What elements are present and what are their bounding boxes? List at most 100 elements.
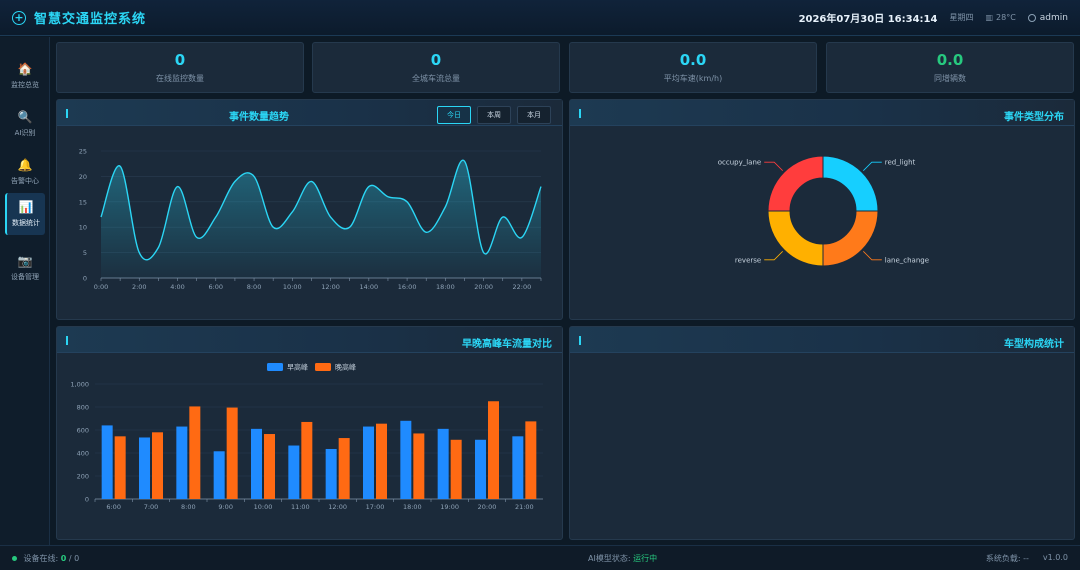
status-bar: 设备在线: 0 / 0 AI模型状态: 运行中 系统负载: -- v1.0.0: [0, 545, 1080, 570]
panel-header: 早晚高峰车流量对比: [57, 327, 562, 353]
home-icon: 🏠: [17, 61, 33, 76]
stat-label: 在线监控数量: [156, 74, 204, 83]
x-tick-label: 18:00: [403, 503, 422, 511]
panel-vehicle-types: 车型构成统计: [569, 326, 1075, 540]
x-tick-label: 8:00: [181, 503, 196, 511]
bar: [488, 401, 499, 499]
period-tabs: 今日 本周 本月: [437, 106, 551, 124]
weekday: 星期四: [949, 13, 974, 22]
slice-leader-line: [863, 161, 882, 171]
bar: [525, 421, 537, 499]
stat-card-traffic: 0 全城车流总量: [312, 42, 560, 93]
panel-title: 事件类型分布: [1004, 112, 1064, 123]
x-tick-label: 7:00: [144, 503, 159, 511]
y-tick-label: 0: [83, 275, 87, 283]
online-total: / 0: [68, 553, 80, 563]
bar: [512, 436, 524, 499]
tab-today[interactable]: 今日: [437, 106, 471, 124]
legend-swatch: [267, 363, 283, 371]
bar: [152, 432, 163, 499]
user-menu[interactable]: admin: [1027, 12, 1068, 23]
bar: [139, 437, 150, 499]
stat-value: 0.0: [936, 51, 964, 69]
vehicle-types-chart-area: [570, 354, 1074, 539]
panel-header: 事件数量趋势 今日 本周 本月: [57, 100, 562, 126]
panel-event-trend: 事件数量趋势 今日 本周 本月 0 5 10 15 20 25 0:00 2:00 4:00 6:…: [56, 99, 563, 320]
x-tick-label: 6:00: [208, 283, 223, 291]
slice-leader-line: [764, 251, 783, 261]
sidebar-item-label: AI识别: [14, 128, 36, 137]
ai-status-value: 运行中: [633, 553, 658, 563]
stat-card-speed: 0.0 平均车速(km/h): [569, 42, 817, 93]
chart-icon: 📊: [18, 199, 34, 214]
y-tick-label: 1,000: [70, 381, 89, 389]
y-tick-label: 200: [77, 473, 89, 481]
stat-label: 同增辆数: [934, 74, 966, 83]
bar: [288, 445, 300, 499]
sidebar-item-alerts[interactable]: 🔔 告警中心: [5, 151, 45, 193]
sidebar-item-label: 告警中心: [11, 176, 39, 185]
x-tick-label: 12:00: [321, 283, 340, 291]
stat-value: 0: [430, 51, 442, 69]
panel-event-types: 事件类型分布 red_light lane_change reverse occupy…: [569, 99, 1075, 320]
bar: [400, 420, 412, 499]
y-tick-label: 20: [79, 173, 87, 181]
online-label: 设备在线:: [23, 553, 59, 563]
ai-label: AI模型状态:: [588, 553, 631, 563]
event-trend-chart: 0 5 10 15 20 25 0:00 2:00 4:00 6:00 8:00 10:00 12:00…: [79, 148, 542, 291]
tab-week[interactable]: 本周: [477, 106, 511, 124]
status-dot-icon: [12, 555, 17, 561]
bar: [189, 406, 201, 499]
panel-title: 早晚高峰车流量对比: [462, 339, 552, 350]
slice-label: occupy_lane: [718, 159, 761, 167]
bar: [114, 436, 126, 499]
panel-peak-traffic: 早晚高峰车流量对比 0 200 400 600 800 1,000 6:00 7:00 8:00…: [56, 326, 563, 540]
x-tick-label: 0:00: [94, 283, 109, 291]
bar: [325, 448, 337, 499]
x-tick-label: 19:00: [440, 503, 459, 511]
slice-label: lane_change: [885, 256, 929, 264]
x-tick-label: 18:00: [436, 283, 455, 291]
x-tick-label: 16:00: [398, 283, 417, 291]
y-tick-label: 0: [85, 496, 89, 504]
x-tick-label: 10:00: [283, 283, 302, 291]
x-tick-label: 8:00: [247, 283, 262, 291]
legend-label: 晚高峰: [335, 363, 356, 372]
panel-marker: [66, 336, 68, 345]
datetime: 2026年07月30日 16:34:14: [798, 14, 938, 25]
slice-label: reverse: [735, 256, 761, 264]
camera-icon: 📷: [17, 253, 33, 268]
panel-header: 事件类型分布: [570, 100, 1074, 126]
sidebar-item-statistics[interactable]: 📊 数据统计: [5, 193, 45, 235]
y-tick-label: 400: [77, 450, 89, 458]
ai-model-status: AI模型状态: 运行中: [588, 553, 657, 564]
bar: [213, 451, 225, 499]
bar: [176, 426, 188, 499]
search-icon: 🔍: [17, 109, 33, 124]
x-tick-label: 14:00: [359, 283, 378, 291]
username: admin: [1039, 12, 1068, 23]
bar: [376, 423, 387, 499]
x-tick-label: 12:00: [328, 503, 347, 511]
sidebar-item-overview[interactable]: 🏠 监控总览: [5, 55, 45, 97]
bar: [475, 439, 486, 499]
stat-value: 0: [174, 51, 186, 69]
x-tick-label: 9:00: [218, 503, 233, 511]
system-info: 系统负载: -- v1.0.0: [986, 553, 1068, 564]
sidebar-item-ai[interactable]: 🔍 AI识别: [5, 103, 45, 145]
y-tick-label: 10: [79, 224, 87, 232]
bar: [251, 428, 262, 499]
bar: [363, 426, 374, 499]
bar: [413, 433, 425, 499]
x-tick-label: 21:00: [515, 503, 534, 511]
online-count: 0: [60, 553, 67, 563]
x-tick-label: 17:00: [366, 503, 385, 511]
tab-month[interactable]: 本月: [517, 106, 551, 124]
y-tick-label: 600: [77, 427, 89, 435]
bar: [301, 421, 313, 499]
weather: ▥ 28°C: [985, 13, 1015, 22]
brand: + 智慧交通监控系统: [12, 8, 146, 27]
x-tick-label: 20:00: [474, 283, 493, 291]
event-types-chart: red_light lane_change reverse occupy_lane: [718, 155, 929, 267]
sidebar-item-devices[interactable]: 📷 设备管理: [5, 247, 45, 289]
